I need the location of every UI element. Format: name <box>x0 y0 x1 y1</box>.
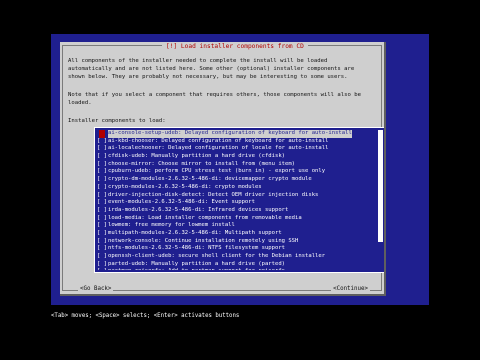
checkbox[interactable] <box>99 130 105 138</box>
component-label: ai-console-setup-udeb: Delayed configura… <box>108 130 352 138</box>
component-label: load-media: Load installer components fr… <box>108 214 302 221</box>
component-label: cfdisk-udeb: Manually partition a hard d… <box>108 153 285 160</box>
component-item[interactable]: [ ] ai-kbd-chooser: Delayed configuration… <box>97 138 376 146</box>
checkbox[interactable]: [ ] <box>97 238 107 246</box>
checkbox[interactable]: [ ] <box>97 184 107 192</box>
checkbox[interactable]: [ ] <box>97 176 107 184</box>
component-label: openssh-client-udeb: secure shell client… <box>108 253 326 259</box>
component-item[interactable]: [ ] cfdisk-udeb: Manually partition a har… <box>97 153 376 161</box>
intro-text: All components of the installer needed t… <box>68 58 355 81</box>
components-list: ai-console-setup-udeb: Delayed configura… <box>97 130 376 270</box>
dialog-title: [!] Load installer components from CD <box>162 42 308 51</box>
checkbox[interactable]: [ ] <box>97 215 107 223</box>
checkbox[interactable]: [ ] <box>97 261 107 269</box>
component-label: crypto-modules-2.6.32-5-486-di: crypto m… <box>108 183 262 190</box>
checkbox[interactable]: [ ] <box>97 230 107 238</box>
scrollbar-thumb[interactable] <box>378 130 383 242</box>
component-item[interactable]: [ ] driver-injection-disk-detect: Detect … <box>97 192 376 200</box>
component-item[interactable]: [ ]partman-reiserfs: Add to partman supp… <box>97 268 376 270</box>
checkbox[interactable]: [ ] <box>97 207 107 215</box>
checkbox[interactable]: [ ] <box>97 192 107 200</box>
component-item[interactable]: [ ] crypto-modules-2.6.32-5-486-di: crypt… <box>97 184 376 192</box>
status-bar: <Tab> moves; <Space> selects; <Enter> ac… <box>51 313 240 319</box>
checkbox[interactable]: [ ] <box>97 168 107 176</box>
component-item[interactable]: [ ] network-console: Continue installatio… <box>97 238 376 246</box>
checkbox[interactable]: [ ] <box>97 199 107 207</box>
component-label: event-modules-2.6.32-5-486-di: Event sup… <box>108 199 255 206</box>
component-item[interactable]: [ ] event-modules-2.6.32-5-486-di: Event … <box>97 199 376 207</box>
checkbox[interactable]: [ ] <box>97 153 107 161</box>
checkbox[interactable]: [ ] <box>97 161 107 169</box>
component-label: network-console: Continue installation r… <box>108 237 299 244</box>
go-back-button[interactable]: <Go Back> <box>78 285 114 293</box>
component-item[interactable]: [ ] multipath-modules-2.6.32-5-486-di: Mu… <box>97 230 376 238</box>
component-label: lowmem: free memory for lowmem install <box>108 222 235 229</box>
component-item[interactable]: [ ] ntfs-modules-2.6.32-5-486-di: NTFS fi… <box>97 245 376 253</box>
components-listbox[interactable]: ai-console-setup-udeb: Delayed configura… <box>94 127 384 273</box>
component-label: ntfs-modules-2.6.32-5-486-di: NTFS files… <box>108 245 285 252</box>
checkbox[interactable]: [ ] <box>97 145 107 153</box>
component-label: multipath-modules-2.6.32-5-486-di: Multi… <box>108 229 282 236</box>
component-label: partman-reiserfs: Add to partman support… <box>108 268 285 270</box>
component-label: ai-kbd-chooser: Delayed configuration of… <box>108 137 329 144</box>
component-item[interactable]: [ ] ai-localechooser: Delayed configurati… <box>97 145 376 153</box>
list-label: Installer components to load: <box>68 118 166 124</box>
component-label: cpuburn-udeb: perform CPU stress test (b… <box>108 168 326 175</box>
component-label: parted-udeb: Manually partition a hard d… <box>108 260 285 267</box>
component-label: ai-localechooser: Delayed configuration … <box>108 145 329 152</box>
component-item[interactable]: [ ] parted-udeb: Manually partition a har… <box>97 261 376 269</box>
continue-button[interactable]: <Continue> <box>331 285 370 293</box>
note-text: Note that if you select a component that… <box>68 92 361 107</box>
installer-screen: [!] Load installer components from CD Al… <box>0 0 480 360</box>
component-label: crypto-dm-modules-2.6.32-5-486-di: devic… <box>108 176 312 183</box>
checkbox[interactable]: [ ] <box>97 253 107 261</box>
checkbox[interactable]: [ ] <box>97 245 107 253</box>
component-item[interactable]: [ ] crypto-dm-modules-2.6.32-5-486-di: de… <box>97 176 376 184</box>
checkbox[interactable]: [ ] <box>97 138 107 146</box>
load-components-dialog: [!] Load installer components from CD Al… <box>60 42 386 296</box>
component-label: driver-injection-disk-detect: Detect OEM… <box>108 191 319 198</box>
checkbox[interactable]: [ ] <box>97 268 107 270</box>
component-item[interactable]: [ ] openssh-client-udeb: secure shell cli… <box>97 253 376 261</box>
checkbox[interactable]: [ ] <box>97 222 107 230</box>
component-label: choose-mirror: Choose mirror to install … <box>108 160 296 167</box>
component-label: irda-modules-2.6.32-5-486-di: Infrared d… <box>108 206 289 213</box>
component-item[interactable]: [ ] cpuburn-udeb: perform CPU stress test… <box>97 168 376 176</box>
component-item[interactable]: [ ] irda-modules-2.6.32-5-486-di: Infrare… <box>97 207 376 215</box>
list-scrollbar[interactable] <box>378 130 383 270</box>
component-item[interactable]: [ ] lowmem: free memory for lowmem instal… <box>97 222 376 230</box>
component-item[interactable]: [ ] load-media: Load installer components… <box>97 215 376 223</box>
component-item[interactable]: ai-console-setup-udeb: Delayed configura… <box>97 130 376 138</box>
component-item[interactable]: [ ] choose-mirror: Choose mirror to insta… <box>97 161 376 169</box>
